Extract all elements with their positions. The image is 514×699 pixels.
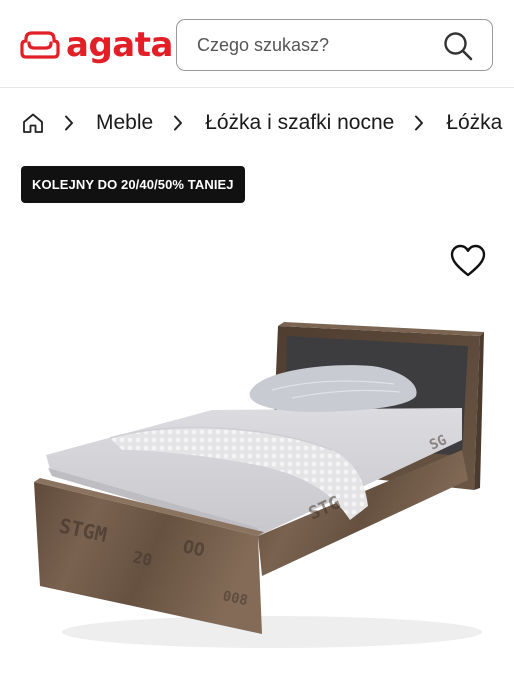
chevron-right-icon xyxy=(64,115,78,131)
logo-text: agata xyxy=(66,25,173,65)
search-icon[interactable] xyxy=(442,30,474,62)
breadcrumb-item-meble[interactable]: Meble xyxy=(96,111,153,135)
breadcrumb-item-lozka[interactable]: Łóżka xyxy=(446,111,502,135)
logo[interactable]: agata xyxy=(20,18,173,72)
site-header: agata xyxy=(0,0,514,88)
breadcrumb-item-lozka-i-szafki[interactable]: Łóżka i szafki nocne xyxy=(205,111,394,135)
svg-text:20: 20 xyxy=(131,547,154,570)
svg-text:OO: OO xyxy=(181,536,207,561)
product-image[interactable]: STGM 20 OO 008 STG SG xyxy=(22,300,492,660)
home-icon xyxy=(23,113,43,133)
heart-icon[interactable] xyxy=(450,244,486,278)
chevron-right-icon xyxy=(414,115,428,131)
sofa-logo-icon xyxy=(20,31,60,59)
promo-badge: KOLEJNY DO 20/40/50% TANIEJ xyxy=(21,166,245,203)
breadcrumb-home[interactable] xyxy=(22,112,44,134)
search-input[interactable] xyxy=(177,20,427,70)
breadcrumb: Meble Łóżka i szafki nocne Łóżka xyxy=(0,100,514,146)
search-box[interactable] xyxy=(176,19,493,71)
chevron-right-icon xyxy=(173,115,187,131)
promo-badge-label: KOLEJNY DO 20/40/50% TANIEJ xyxy=(32,177,234,192)
